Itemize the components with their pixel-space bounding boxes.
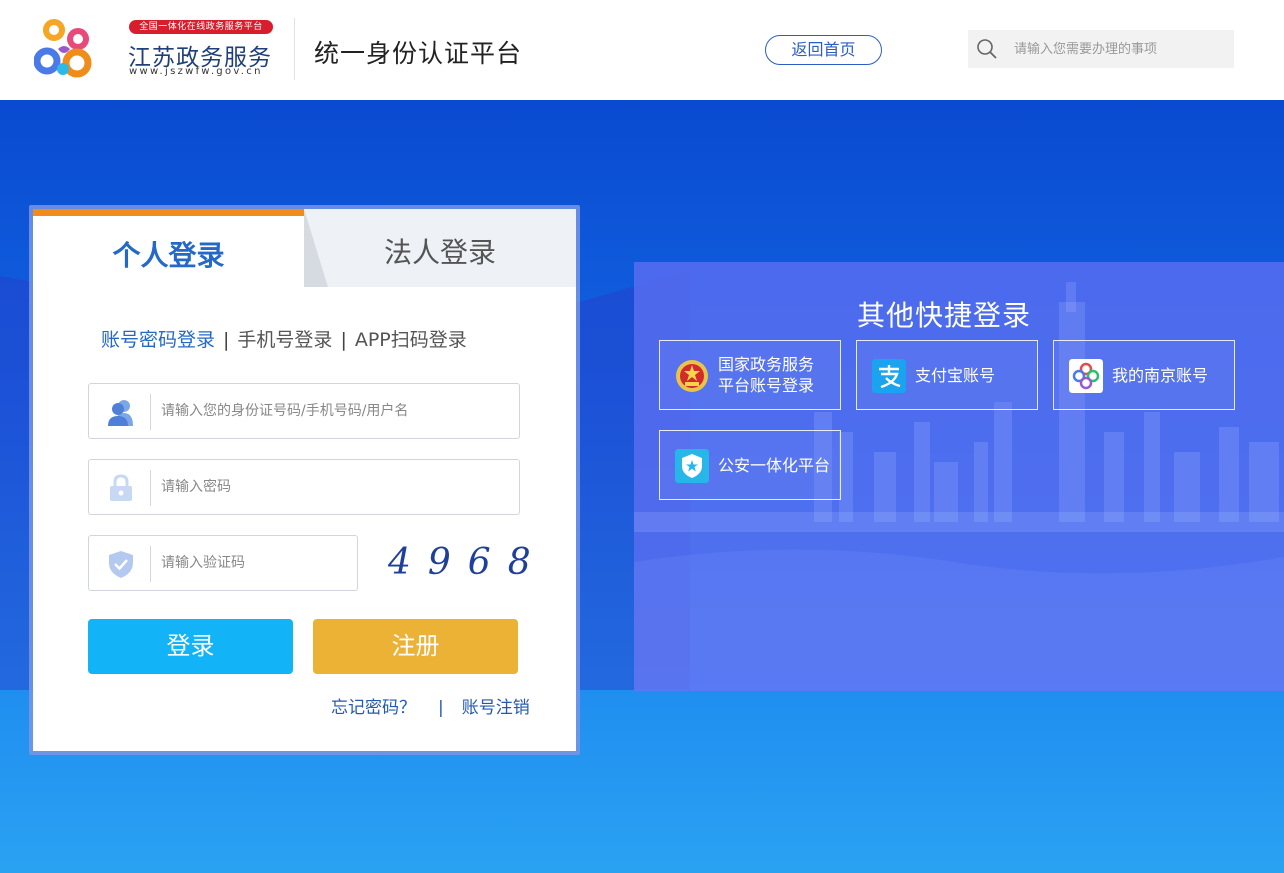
login-mode-switcher: 账号密码登录 | 手机号登录 | APP扫码登录 (101, 325, 467, 352)
mode-app-scan[interactable]: APP扫码登录 (355, 329, 467, 351)
header-divider (294, 18, 295, 80)
captcha-image[interactable]: 4968 (388, 539, 531, 587)
page-title: 统一身份认证平台 (314, 39, 523, 68)
jiangsu-logo-icon (34, 19, 92, 78)
quick-login-alipay[interactable]: 支付宝账号 (856, 340, 1038, 410)
search-icon[interactable] (976, 38, 998, 60)
alipay-icon (872, 359, 906, 393)
account-cancel-link[interactable]: 账号注销 (462, 698, 530, 718)
quick-login-nanjing[interactable]: 我的南京账号 (1053, 340, 1235, 410)
captcha-input[interactable] (161, 536, 351, 590)
tab-legal-login[interactable]: 法人登录 (304, 209, 576, 287)
tab-personal-label: 个人登录 (112, 239, 225, 272)
mode-separator: | (223, 329, 230, 351)
field-separator (150, 470, 151, 506)
my-nanjing-icon (1069, 359, 1103, 393)
quick-login-nanjing-label: 我的南京账号 (1112, 365, 1209, 385)
username-field (88, 383, 520, 439)
register-button[interactable]: 注册 (313, 619, 518, 674)
quick-login-police-label: 公安一体化平台 (718, 455, 831, 475)
captcha-field (88, 535, 358, 591)
user-icon (108, 400, 133, 426)
mode-account-password[interactable]: 账号密码登录 (101, 329, 215, 351)
police-badge-icon (675, 449, 709, 483)
search-box (968, 30, 1234, 68)
mode-phone[interactable]: 手机号登录 (237, 329, 332, 351)
header: 全国一体化在线政务服务平台 江苏政务服务 www.jszwfw.gov.cn 统… (0, 0, 1284, 100)
bottom-links: 忘记密码？ | 账号注销 (331, 693, 530, 718)
brand-url: www.jszwfw.gov.cn (129, 66, 263, 77)
username-input[interactable] (161, 384, 511, 438)
quick-login-national-line2: 平台账号登录 (718, 376, 815, 395)
quick-login-police[interactable]: 公安一体化平台 (659, 430, 841, 500)
search-input[interactable] (1014, 30, 1228, 68)
login-button[interactable]: 登录 (88, 619, 293, 674)
password-field (88, 459, 520, 515)
quick-login-alipay-label: 支付宝账号 (915, 365, 996, 385)
password-input[interactable] (161, 460, 511, 514)
lock-icon (110, 474, 132, 501)
link-separator: | (438, 698, 444, 718)
field-separator (150, 546, 151, 582)
platform-badge: 全国一体化在线政务服务平台 (129, 20, 273, 34)
shield-check-icon (109, 551, 133, 578)
quick-login-title: 其他快捷登录 (856, 299, 1031, 332)
field-separator (150, 394, 151, 430)
mode-separator: | (340, 329, 347, 351)
forgot-password-link[interactable]: 忘记密码？ (331, 698, 416, 718)
tab-personal-login[interactable]: 个人登录 (33, 209, 304, 287)
tab-legal-label: 法人登录 (383, 236, 496, 269)
quick-login-national-line1: 国家政务服务 (718, 355, 815, 374)
quick-login-panel: 其他快捷登录 国家政务服务 平台账号登录 支付宝账号 我的南京账号 公安一体化平… (634, 262, 1284, 691)
national-emblem-icon (676, 360, 708, 392)
home-button[interactable]: 返回首页 (765, 35, 882, 65)
login-card: 个人登录 法人登录 账号密码登录 | 手机号登录 | APP扫码登录 请输入您的… (33, 209, 576, 751)
quick-login-national-label: 国家政务服务 平台账号登录 (718, 341, 838, 409)
quick-login-national[interactable]: 国家政务服务 平台账号登录 (659, 340, 841, 410)
